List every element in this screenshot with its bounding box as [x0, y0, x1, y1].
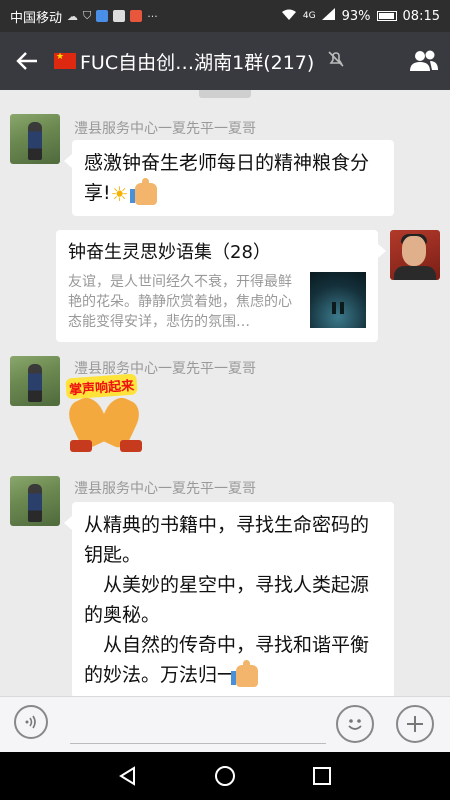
link-description: 友谊，是人世间经久不衰，开得最鲜艳的花朵。静静欣赏着她，焦虑的心态能变得安详，悲…: [68, 274, 292, 330]
nav-home-button[interactable]: [205, 756, 245, 796]
app-notification-icon: [96, 10, 109, 22]
nav-back-button[interactable]: [108, 756, 148, 796]
system-nav-bar: [0, 752, 450, 800]
self-avatar[interactable]: [390, 230, 440, 280]
app-notification-icon: [113, 10, 126, 22]
message-line: 的妙法。万法归一: [84, 664, 237, 686]
bell-muted-icon: [324, 50, 348, 72]
battery-label: 93%: [341, 8, 371, 24]
input-bar: [0, 696, 450, 752]
recent-apps-icon: [312, 767, 331, 785]
nav-recents-button[interactable]: [302, 756, 342, 796]
chat-header: FUC自由创…湖南1群(217): [0, 32, 450, 90]
voice-button[interactable]: [14, 705, 48, 739]
message-input[interactable]: [70, 743, 326, 744]
link-title: 钟奋生灵思妙语集（28）: [68, 242, 271, 263]
back-icon: [119, 766, 136, 786]
message-line: 从精典的书籍中，寻找生命密码的: [84, 514, 370, 536]
message-line: 钥匙。: [84, 544, 142, 566]
carrier-label: 中国移动: [10, 10, 63, 26]
home-icon: [214, 766, 235, 786]
message-line: 从美妙的星空中，寻找人类起源: [84, 574, 370, 596]
message-bubble[interactable]: 从精典的书籍中，寻找生命密码的 钥匙。 从美妙的星空中，寻找人类起源 的奥秘。 …: [64, 502, 394, 696]
members-icon: [410, 50, 438, 71]
app-notification-icon: [130, 10, 143, 22]
china-flag-icon: [54, 52, 76, 69]
emoji-icon: [348, 719, 362, 730]
sender-name: 澧县服务中心一夏先平一夏哥: [74, 121, 256, 137]
link-thumbnail: [310, 272, 366, 328]
time-divider: [199, 90, 251, 98]
network-label: 4G: [302, 11, 316, 21]
shield-icon: ⛉: [83, 9, 92, 22]
avatar[interactable]: [10, 476, 60, 526]
thumbs-up-emoji-icon: [129, 177, 157, 205]
applause-sticker[interactable]: 掌声响起来: [63, 373, 150, 456]
sun-emoji-icon: ☀: [110, 181, 129, 206]
thumbs-up-emoji-icon: [231, 659, 259, 687]
voice-icon: [25, 715, 36, 729]
plus-icon: [407, 716, 423, 732]
message-list[interactable]: 澧县服务中心一夏先平一夏哥 感激钟奋生老师每日的精神粮食分享!☀ 钟奋生灵思妙语…: [0, 90, 450, 696]
sticker-label: 掌声响起来: [65, 373, 138, 400]
message-line: 从自然的传奇中，寻找和谐平衡: [84, 634, 370, 656]
sender-name: 澧县服务中心一夏先平一夏哥: [74, 481, 256, 497]
message-line: 的奥秘。: [84, 604, 161, 626]
back-button[interactable]: [0, 32, 54, 90]
arrow-left-icon: [16, 52, 37, 70]
chat-title: FUC自由创…湖南1群(217): [80, 51, 315, 74]
wifi-icon: [281, 9, 297, 24]
members-button[interactable]: [398, 32, 450, 90]
link-card[interactable]: 钟奋生灵思妙语集（28） 友谊，是人世间经久不衰，开得最鲜艳的花朵。静静欣赏着她…: [56, 230, 386, 342]
avatar[interactable]: [10, 114, 60, 164]
signal-icon: [321, 8, 336, 24]
clock: 08:15: [402, 8, 440, 24]
plus-button[interactable]: [396, 705, 434, 743]
battery-icon: [376, 11, 397, 21]
status-bar: 中国移动 ☁ ⛉ ··· 4G 93% 08:15: [0, 0, 450, 32]
more-icon: ···: [147, 9, 158, 23]
cloud-icon: ☁: [67, 9, 79, 23]
message-bubble[interactable]: 感激钟奋生老师每日的精神粮食分享!☀: [64, 140, 394, 216]
emoji-button[interactable]: [336, 705, 374, 743]
avatar[interactable]: [10, 356, 60, 406]
